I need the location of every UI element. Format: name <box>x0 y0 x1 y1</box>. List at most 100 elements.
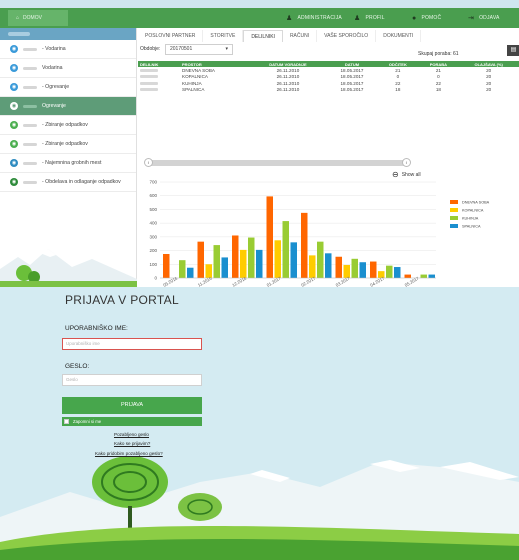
nav-label: ADMINISTRACIJA <box>297 15 342 21</box>
table-row: SPALNICA 26.11.2010 18.05.2017 18 18 20 <box>138 87 519 94</box>
bar <box>197 241 204 278</box>
sidebar-item-label: - Zbiranje odpadkov <box>42 141 88 147</box>
main-content: POSLOVNI PARTNER STORITVE DELILNIKI RAČUNI V… <box>138 28 519 287</box>
nav-pomoc[interactable]: ● POMOČ <box>412 8 441 28</box>
bar <box>282 221 289 278</box>
nav-profil[interactable]: ♟ PROFIL <box>354 8 385 28</box>
y-tick-label: 400 <box>149 221 157 226</box>
tab[interactable]: VAŠE SPOROČILO <box>317 30 377 42</box>
tab[interactable]: STORITVE <box>203 30 244 42</box>
nav-administracija[interactable]: ♟ ADMINISTRACIJA <box>286 8 342 28</box>
export-button[interactable]: ▤ <box>507 45 519 56</box>
forgot-password-link[interactable]: Pozabljeno geslo <box>114 432 149 437</box>
home-button[interactable]: ⌂ DOMOV <box>8 10 68 26</box>
chart-range-bar[interactable]: ‖ ‖ <box>144 158 411 167</box>
top-strip <box>0 0 519 8</box>
range-handle-left[interactable]: ‖ <box>144 158 153 167</box>
nav-odjava[interactable]: ⇥ ODJAVA <box>468 8 500 28</box>
sidebar-list: ◉ - Vodarina ◉ Vodarina ◉ - Ogrevanje ◉ Ogrevan… <box>0 40 136 192</box>
sidebar-item[interactable]: ◉ - Najemnina grobnih mest <box>0 154 136 173</box>
legend-swatch <box>450 216 458 220</box>
service-icon: ◉ <box>10 102 18 110</box>
sidebar-item-label: - Obdelava in odlaganje odpadkov <box>42 179 121 185</box>
password-field[interactable]: Geslo <box>62 374 202 386</box>
sidebar-item[interactable]: ◉ Ogrevanje <box>0 97 136 116</box>
home-label: DOMOV <box>23 15 42 21</box>
bar <box>179 260 186 278</box>
legend-label: DNEVNA SOBA <box>462 201 490 205</box>
nav-label: POMOČ <box>421 15 442 21</box>
sidebar-item-label: - Ogrevanje <box>42 84 70 90</box>
period-select[interactable]: 20170501 ▾ <box>165 44 233 55</box>
meters-table: DELILNIK PROSTOR DATUM VGRADNJE DATUM OD… <box>138 61 519 93</box>
nav-label: PROFIL <box>365 15 385 21</box>
table-cell: 18 <box>395 87 401 93</box>
bar <box>256 249 263 278</box>
bar <box>359 262 366 278</box>
legend-swatch <box>450 208 458 212</box>
legend-swatch <box>450 200 458 204</box>
period-label: Obdobje: <box>140 46 161 52</box>
user-icon: ♟ <box>354 15 361 22</box>
sidebar-item-label: - Zbiranje odpadkov <box>42 122 88 128</box>
user-icon: ♟ <box>286 15 293 22</box>
sidebar-item-label: Vodarina <box>42 65 63 71</box>
service-icon: ◉ <box>10 178 18 186</box>
legend-label: SPALNICA <box>462 225 481 229</box>
bar <box>317 241 324 278</box>
consumption-chart: ‖ ‖ ⊖ Show all 0 100 200 300 400 500 600 700 05.… <box>138 158 519 287</box>
sidebar-item[interactable]: ◉ - Zbiranje odpadkov <box>0 135 136 154</box>
bar <box>428 274 435 278</box>
tab[interactable]: DOKUMENTI <box>376 30 422 42</box>
username-field[interactable]: Uporabniško ime <box>62 338 202 350</box>
remember-me[interactable]: Zapomni si me <box>62 417 202 426</box>
sidebar: ◉ - Vodarina ◉ Vodarina ◉ - Ogrevanje ◉ Ogrevan… <box>0 28 137 287</box>
bar <box>420 274 427 278</box>
show-all-button[interactable]: ⊖ Show all <box>392 170 421 179</box>
landscape-illustration <box>0 249 137 287</box>
range-handle-right[interactable]: ‖ <box>402 158 411 167</box>
sidebar-item[interactable]: ◉ - Zbiranje odpadkov <box>0 116 136 135</box>
login-title: PRIJAVA V PORTAL <box>65 293 179 307</box>
password-label: GESLO: <box>65 363 90 370</box>
bar <box>325 253 332 278</box>
sidebar-item[interactable]: ◉ - Ogrevanje <box>0 78 136 97</box>
top-navigation: ⌂ DOMOV ♟ ADMINISTRACIJA ♟ PROFIL ● POMO… <box>0 8 519 28</box>
y-tick-label: 100 <box>149 262 157 267</box>
sidebar-item[interactable]: ◉ Vodarina <box>0 59 136 78</box>
service-icon: ◉ <box>10 121 18 129</box>
bar <box>394 267 401 278</box>
bar <box>386 265 393 278</box>
tab-bar: POSLOVNI PARTNER STORITVE DELILNIKI RAČUNI V… <box>138 30 422 42</box>
sidebar-item[interactable]: ◉ - Vodarina <box>0 40 136 59</box>
y-tick-label: 600 <box>149 193 157 198</box>
y-tick-label: 200 <box>149 248 157 253</box>
period-value: 20170501 <box>170 46 193 52</box>
how-to-login-link[interactable]: Kako se prijavim? <box>114 441 150 446</box>
service-icon: ◉ <box>10 140 18 148</box>
logout-icon: ⇥ <box>468 15 475 22</box>
remember-checkbox[interactable] <box>64 419 69 424</box>
tab[interactable]: RAČUNI <box>283 30 318 42</box>
bar <box>163 254 170 278</box>
tab[interactable]: DELILNIKI <box>243 30 283 42</box>
login-button[interactable]: PRIJAVA <box>62 397 202 414</box>
legend-label: KUHINJA <box>462 217 479 221</box>
recover-password-link[interactable]: Kako pridobim pozabljeno geslo? <box>95 451 163 456</box>
sidebar-item-label: - Najemnina grobnih mest <box>42 160 102 166</box>
bar <box>351 258 358 278</box>
total-consumption: Skupaj poraba: 61 <box>418 51 459 57</box>
table-cell: 18.05.2017 <box>340 87 364 93</box>
bar <box>221 257 228 278</box>
sidebar-item[interactable]: ◉ - Obdelava in odlaganje odpadkov <box>0 173 136 192</box>
document-icon: ▤ <box>510 47 517 53</box>
service-icon: ◉ <box>10 159 18 167</box>
bar <box>213 245 220 278</box>
bar <box>266 196 273 278</box>
tab[interactable]: POSLOVNI PARTNER <box>138 30 204 42</box>
help-icon: ● <box>412 14 417 22</box>
y-tick-label: 0 <box>154 276 157 281</box>
show-all-label: Show all <box>401 171 421 178</box>
username-label: UPORABNIŠKO IME: <box>65 325 128 332</box>
y-tick-label: 700 <box>149 180 157 185</box>
